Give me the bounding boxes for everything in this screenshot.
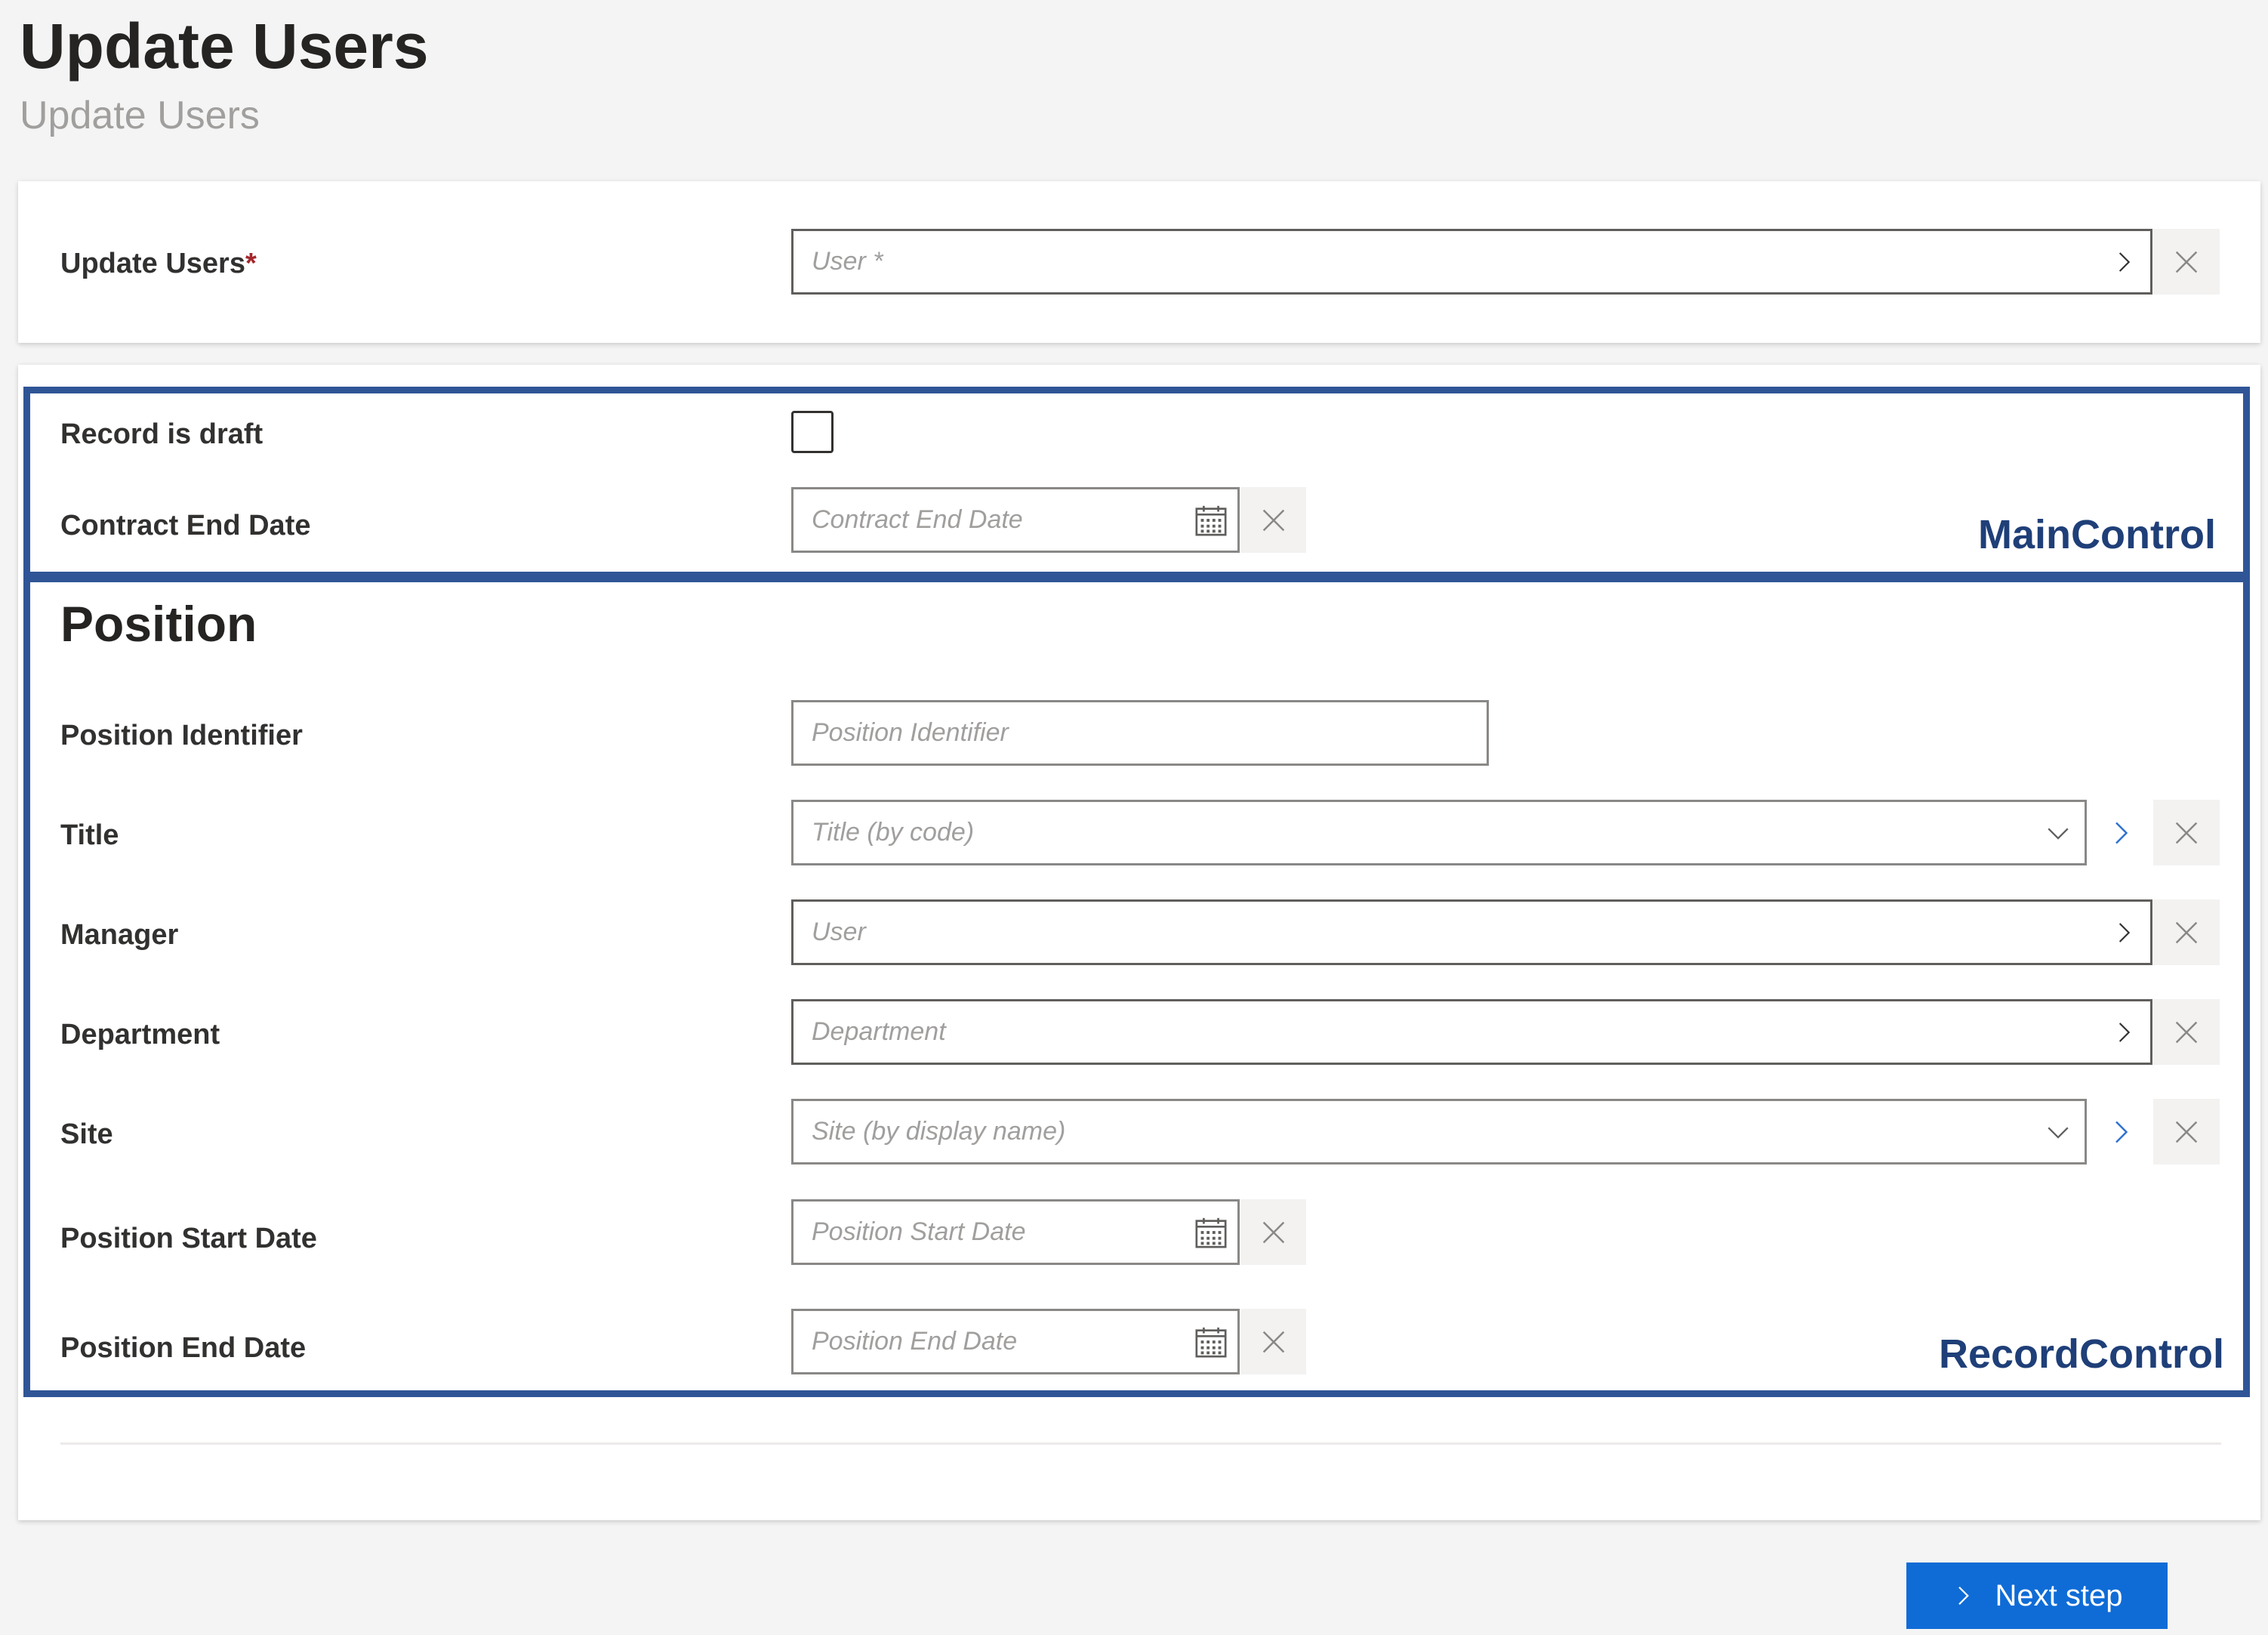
clear-user-button[interactable] xyxy=(2153,229,2220,295)
page-title: Update Users xyxy=(20,11,429,82)
update-users-label-text: Update Users xyxy=(60,248,245,279)
record-control-annotation-label: RecordControl xyxy=(1939,1331,2224,1377)
next-step-button[interactable]: Next step xyxy=(1906,1563,2168,1629)
record-control-annotation-box xyxy=(23,575,2250,1397)
required-mark: * xyxy=(245,248,257,279)
page-subtitle: Update Users xyxy=(20,94,260,137)
divider xyxy=(60,1442,2221,1445)
close-icon xyxy=(2171,247,2202,277)
next-step-label: Next step xyxy=(1995,1578,2123,1612)
update-users-label: Update Users* xyxy=(60,245,257,282)
main-control-annotation-label: MainControl xyxy=(1978,512,2216,557)
user-lookup-placeholder: User * xyxy=(812,247,883,276)
user-lookup-field[interactable]: User * xyxy=(791,229,2152,295)
chevron-right-icon[interactable] xyxy=(2097,231,2150,292)
main-control-annotation-box xyxy=(23,387,2250,578)
chevron-right-icon xyxy=(1958,1586,1969,1606)
